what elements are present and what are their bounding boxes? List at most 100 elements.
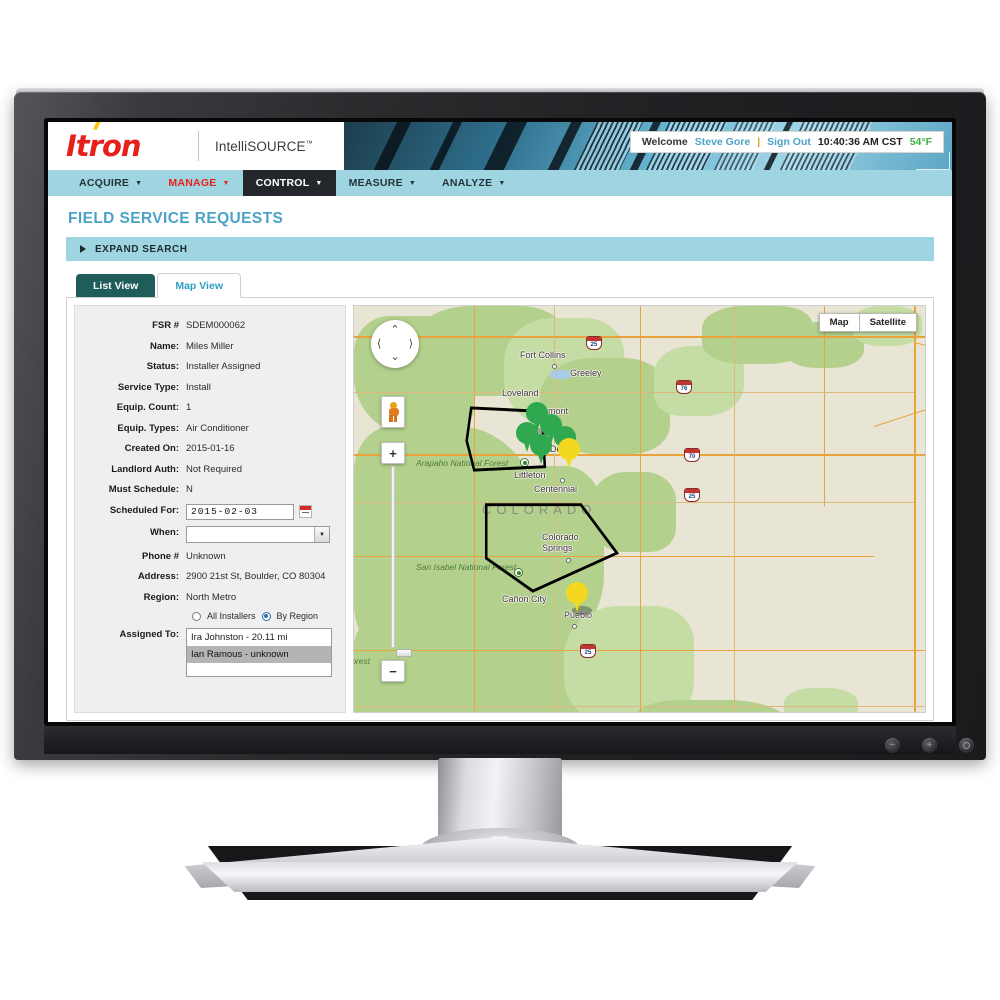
form-row-landlord-auth: Landlord Auth: Not Required [82, 463, 334, 477]
city-dot [560, 478, 565, 483]
value-address: 2900 21st St, Boulder, CO 80304 [186, 571, 326, 582]
nav-item-measure[interactable]: MEASURE ▼ [336, 170, 429, 196]
city-dot [572, 624, 577, 629]
map-pan-control[interactable]: ⌃ ⌄ ⟨ ⟩ [371, 320, 419, 368]
page-body: FIELD SERVICE REQUESTS EXPAND SEARCH Lis… [48, 196, 952, 721]
scheduled-for-input[interactable] [186, 503, 294, 520]
zoom-out-button[interactable]: − [381, 660, 405, 682]
label-created-on: Created On: [124, 443, 179, 454]
zoom-in-button[interactable]: + [381, 442, 405, 464]
map-city-label-fort-collins: Fort Collins [520, 350, 566, 360]
form-row-region: Region: North Metro [82, 591, 334, 605]
chevron-down-icon: ▼ [408, 179, 417, 187]
value-phone: Unknown [186, 550, 226, 562]
monitor-plus-button[interactable]: + [922, 738, 937, 753]
city-dot [566, 558, 571, 563]
form-row-equip-count: Equip. Count: 1 [82, 401, 334, 415]
label-all-installers: All Installers [207, 611, 256, 621]
nav-label-measure: MEASURE [348, 177, 403, 189]
map-forest-label-arapaho: Arapaho National Forest [416, 458, 509, 468]
nav-label-analyze: ANALYZE [442, 177, 493, 189]
sign-out-link[interactable]: Sign Out [767, 136, 811, 148]
assigned-to-listbox[interactable]: Ira Johnston - 20.11 mi Ian Ramous - unk… [186, 628, 332, 677]
label-status: Status: [146, 361, 179, 372]
highway-shield-icon: 25 [586, 336, 602, 350]
product-name-label: IntelliSOURCE [215, 138, 306, 154]
welcome-label: Welcome [641, 136, 688, 148]
app-header: Itron IntelliSOURCE™ Welcome Steve Gore … [48, 122, 952, 170]
map-city-label-canon-city: Cañon City [502, 594, 547, 604]
value-equip-types: Air Conditioner [186, 422, 249, 434]
list-item-empty[interactable] [187, 663, 331, 676]
zoom-slider-handle[interactable] [396, 649, 412, 657]
product-name-zone: IntelliSOURCE™ [199, 122, 344, 170]
temperature-reading: 54°F [909, 136, 932, 148]
list-item[interactable]: Ian Ramous - unknown [187, 646, 331, 663]
chevron-down-icon: ▼ [315, 179, 323, 187]
form-row-equip-types: Equip. Types: Air Conditioner [82, 422, 334, 436]
nav-item-acquire[interactable]: ACQUIRE ▼ [66, 170, 155, 196]
label-assigned-to: Assigned To: [119, 629, 179, 640]
map-marker-yellow[interactable] [558, 438, 580, 468]
pegman-icon[interactable] [387, 402, 399, 422]
label-landlord-auth: Landlord Auth: [111, 463, 179, 475]
nav-item-control[interactable]: CONTROL ▼ [242, 170, 336, 196]
calendar-icon[interactable] [299, 505, 312, 518]
tab-map-view[interactable]: Map View [157, 273, 241, 298]
map-panel[interactable]: COLORADO Arapaho National Forest San Isa… [353, 305, 926, 713]
map-city-label-colorado-springs: Colorado Springs [542, 532, 579, 553]
zoom-slider-track[interactable] [391, 466, 412, 657]
value-name: Miles Miller [186, 340, 234, 352]
pan-center-button[interactable] [388, 337, 402, 351]
pan-down-icon[interactable]: ⌄ [390, 352, 399, 363]
shield-number: 25 [584, 650, 592, 656]
street-view-pegman-control[interactable] [381, 396, 405, 428]
nav-item-analyze[interactable]: ANALYZE ▼ [429, 170, 519, 196]
map-marker-yellow[interactable] [566, 582, 588, 612]
chevron-down-icon: ▼ [222, 179, 230, 187]
current-time: 10:40:36 AM CST [817, 136, 903, 148]
label-equip-types: Equip. Types: [117, 422, 179, 434]
radio-by-region[interactable] [261, 611, 271, 621]
pan-right-icon[interactable]: ⟩ [409, 338, 413, 350]
list-item[interactable]: Ira Johnston - 20.11 mi [187, 629, 331, 646]
welcome-bar: Welcome Steve Gore | Sign Out 10:40:36 A… [629, 131, 944, 153]
assigned-to-control: Ira Johnston - 20.11 mi Ian Ramous - unk… [186, 628, 334, 677]
nav-label-acquire: ACQUIRE [79, 177, 130, 189]
welcome-username: Steve Gore [694, 136, 751, 148]
shield-number: 70 [688, 454, 696, 460]
map-type-button-satellite[interactable]: Satellite [859, 313, 917, 332]
monitor-assembly: Itron IntelliSOURCE™ Welcome Steve Gore … [0, 0, 1000, 1000]
label-address: Address: [137, 571, 179, 582]
form-row-address: Address: 2900 21st St, Boulder, CO 80304 [82, 570, 334, 584]
map-city-label-loveland: Loveland [502, 388, 539, 398]
value-region: North Metro [186, 591, 237, 603]
value-service-type: Install [186, 381, 211, 393]
map-type-button-map[interactable]: Map [818, 313, 860, 332]
label-region: Region: [143, 591, 179, 603]
radio-all-installers[interactable] [192, 611, 201, 621]
map-forest-label-san-isabel: San Isabel National Forest [416, 562, 517, 572]
pan-up-icon[interactable]: ⌃ [390, 325, 399, 336]
expand-search-bar[interactable]: EXPAND SEARCH [66, 237, 934, 261]
label-equip-count: Equip. Count: [116, 402, 179, 413]
monitor-power-button[interactable] [959, 738, 974, 753]
when-select[interactable]: ▼ [186, 526, 330, 543]
tab-list-view[interactable]: List View [76, 274, 156, 297]
main-navigation: ACQUIRE ▼ MANAGE ▼ CONTROL ▼ MEASURE ▼ A… [48, 170, 952, 196]
highway-shield-icon: 25 [580, 644, 596, 658]
monitor-minus-button[interactable]: − [885, 738, 900, 753]
label-when: When: [149, 527, 179, 538]
map-canvas[interactable]: COLORADO Arapaho National Forest San Isa… [354, 306, 925, 712]
screen: Itron IntelliSOURCE™ Welcome Steve Gore … [48, 122, 952, 722]
nav-label-control: CONTROL [255, 177, 310, 189]
expand-search-label: EXPAND SEARCH [95, 243, 188, 255]
map-marker-green[interactable] [530, 434, 552, 464]
brand-logo[interactable]: Itron [48, 122, 198, 170]
page-title: FIELD SERVICE REQUESTS [68, 210, 284, 227]
form-row-must-schedule: Must Schedule: N [82, 483, 334, 497]
nav-item-manage[interactable]: MANAGE ▼ [155, 170, 242, 196]
shield-number: 76 [680, 386, 688, 392]
pan-left-icon[interactable]: ⟨ [377, 338, 381, 350]
form-row-created-on: Created On: 2015-01-16 [82, 442, 334, 456]
